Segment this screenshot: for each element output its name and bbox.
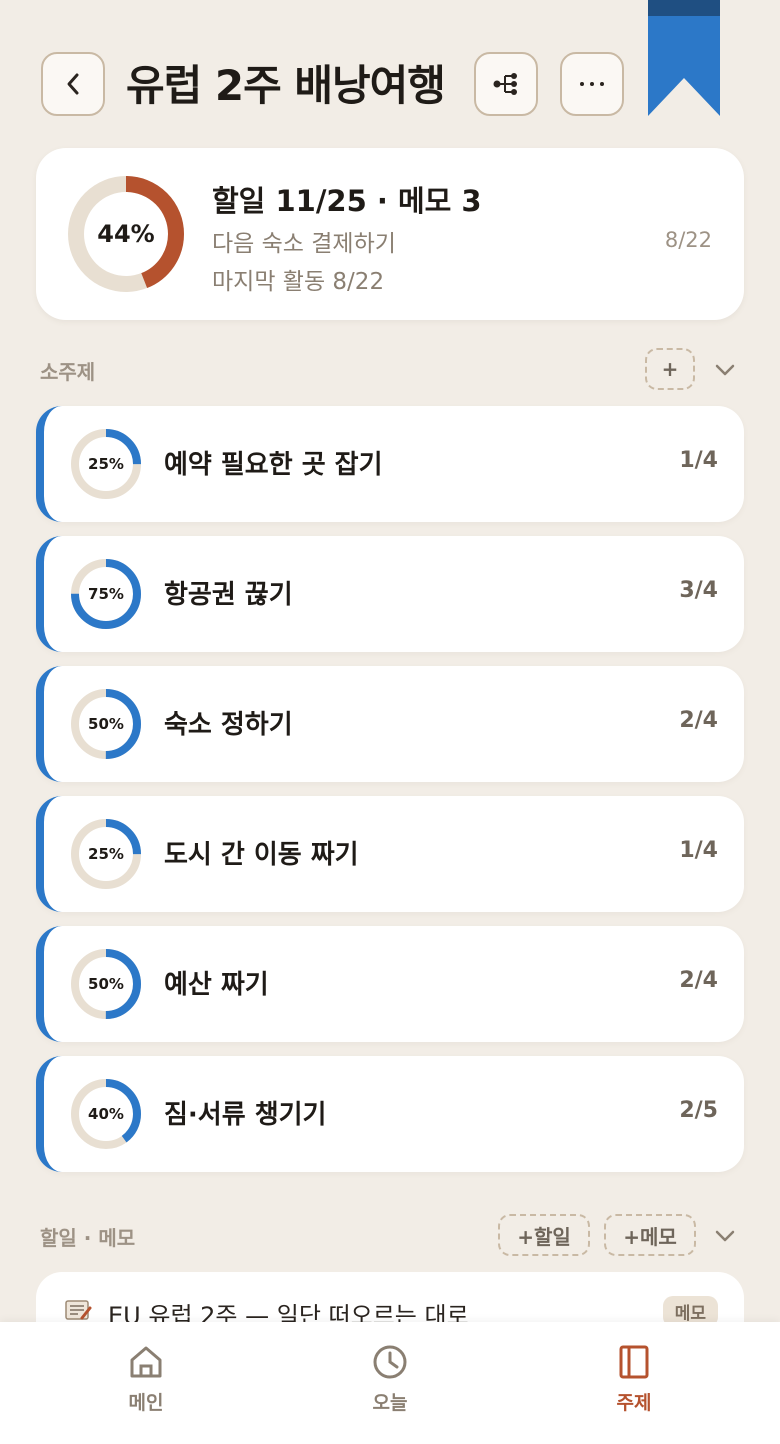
bookmark-ribbon[interactable] bbox=[648, 0, 720, 116]
add-subtopic-button[interactable]: + bbox=[645, 348, 695, 390]
subtopic-percent: 25% bbox=[88, 455, 124, 473]
chevron-left-icon bbox=[67, 73, 79, 95]
subtopic-percent: 75% bbox=[88, 585, 124, 603]
nav-label: 주제 bbox=[616, 1392, 652, 1414]
tree-view-button[interactable] bbox=[474, 52, 538, 116]
summary-last-activity: 마지막 활동 8/22 bbox=[212, 269, 385, 295]
subtopic-percent: 50% bbox=[88, 715, 124, 733]
subtopic-percent: 25% bbox=[88, 845, 124, 863]
branch-tree-icon bbox=[493, 73, 517, 95]
notebook-icon bbox=[619, 1345, 649, 1379]
subtopic-card[interactable]: 50% 예산 짜기 2/4 bbox=[36, 926, 744, 1042]
subtopic-title: 짐·서류 챙기기 bbox=[164, 1100, 327, 1130]
home-icon bbox=[130, 1346, 162, 1378]
clock-icon bbox=[373, 1345, 407, 1379]
page-title: 유럽 2주 배낭여행 bbox=[126, 61, 446, 110]
subtopic-count: 2/5 bbox=[679, 1098, 718, 1123]
subtopic-title: 도시 간 이동 짜기 bbox=[164, 840, 359, 870]
nav-label: 메인 bbox=[128, 1392, 164, 1414]
subtopic-count: 1/4 bbox=[679, 448, 718, 473]
add-task-button[interactable]: +할일 bbox=[498, 1214, 590, 1256]
nav-item-topics[interactable]: 주제 bbox=[554, 1342, 714, 1415]
chevron-down-icon[interactable] bbox=[713, 1224, 737, 1248]
subtopic-count: 3/4 bbox=[679, 578, 718, 603]
add-memo-button[interactable]: +메모 bbox=[604, 1214, 696, 1256]
summary-date: 8/22 bbox=[664, 228, 712, 252]
more-horizontal-icon bbox=[580, 82, 604, 86]
subtopic-card[interactable]: 25% 도시 간 이동 짜기 1/4 bbox=[36, 796, 744, 912]
subtopic-card[interactable]: 25% 예약 필요한 곳 잡기 1/4 bbox=[36, 406, 744, 522]
subtopic-title: 숙소 정하기 bbox=[164, 710, 293, 740]
tasks-memos-label: 할일 · 메모 bbox=[40, 1226, 136, 1250]
subtopic-count: 2/4 bbox=[679, 708, 718, 733]
subtopic-title: 항공권 끊기 bbox=[164, 580, 293, 610]
newspaper-icon bbox=[65, 1300, 92, 1320]
nav-item-today[interactable]: 오늘 bbox=[310, 1342, 470, 1415]
subtopic-card[interactable]: 40% 짐·서류 챙기기 2/5 bbox=[36, 1056, 744, 1172]
back-button[interactable] bbox=[41, 52, 105, 116]
summary-next-task: 다음 숙소 결제하기 bbox=[212, 231, 396, 257]
subtopic-title: 예약 필요한 곳 잡기 bbox=[164, 450, 383, 480]
subtopic-percent: 50% bbox=[88, 975, 124, 993]
subtopic-count: 1/4 bbox=[679, 838, 718, 863]
subtopic-percent: 40% bbox=[88, 1105, 124, 1123]
header: 유럽 2주 배낭여행 bbox=[0, 0, 780, 140]
subtopic-count: 2/4 bbox=[679, 968, 718, 993]
summary-title: 할일 11/25 · 메모 3 bbox=[212, 184, 482, 218]
nav-label: 오늘 bbox=[372, 1392, 408, 1414]
summary-card[interactable]: 44% 할일 11/25 · 메모 3 다음 숙소 결제하기 마지막 활동 8/… bbox=[36, 148, 744, 320]
subtopic-card[interactable]: 50% 숙소 정하기 2/4 bbox=[36, 666, 744, 782]
nav-item-main[interactable]: 메인 bbox=[66, 1342, 226, 1415]
more-button[interactable] bbox=[560, 52, 624, 116]
subtopic-title: 예산 짜기 bbox=[164, 970, 269, 1000]
summary-percent: 44% bbox=[97, 220, 155, 248]
chevron-down-icon[interactable] bbox=[713, 358, 737, 382]
subtopics-label: 소주제 bbox=[40, 360, 96, 384]
subtopic-card[interactable]: 75% 항공권 끊기 3/4 bbox=[36, 536, 744, 652]
bottom-nav: 메인 오늘 주제 bbox=[0, 1322, 780, 1444]
